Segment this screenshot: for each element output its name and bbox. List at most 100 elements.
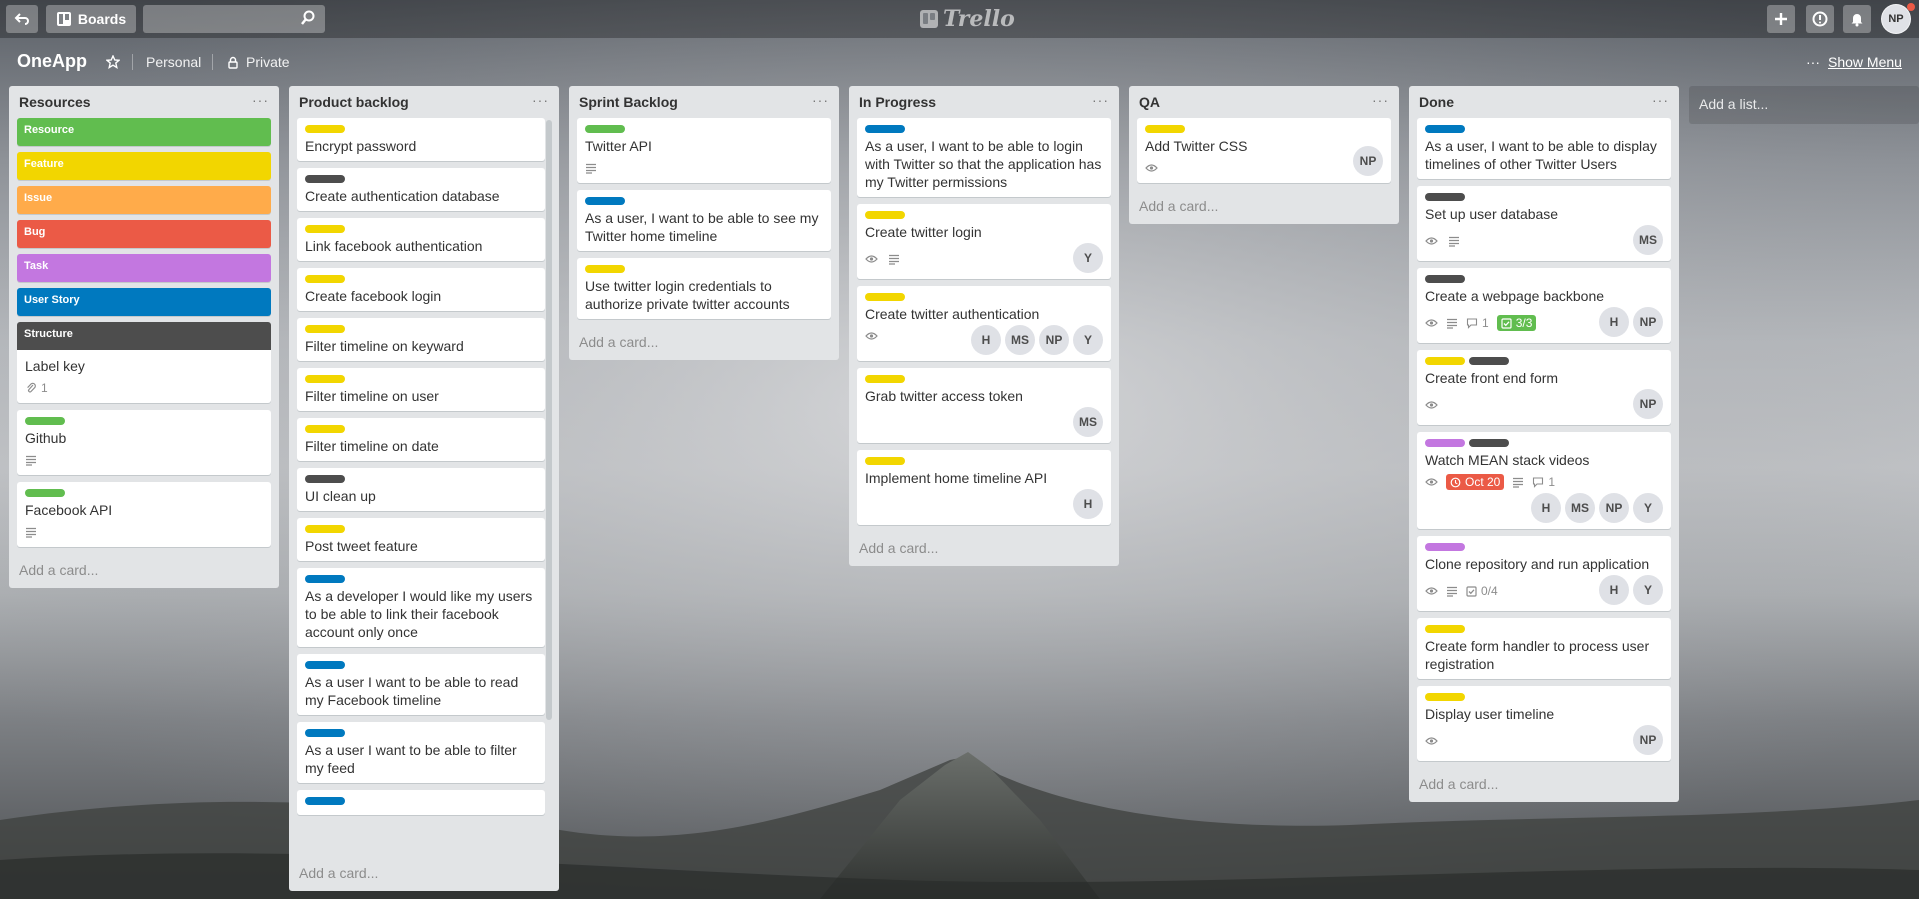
info-button[interactable] bbox=[1806, 5, 1834, 33]
card[interactable]: Implement home timeline API H bbox=[857, 450, 1111, 525]
member-avatar[interactable]: NP bbox=[1599, 493, 1629, 523]
card[interactable]: Create a webpage backbone 1 3/3 H NP bbox=[1417, 268, 1671, 343]
card-title: Filter timeline on date bbox=[305, 438, 439, 454]
card[interactable]: Twitter API bbox=[577, 118, 831, 183]
show-menu-button[interactable]: ··· Show Menu bbox=[1806, 54, 1902, 70]
list-title[interactable]: In Progress bbox=[859, 94, 936, 110]
visibility-toggle[interactable]: Private bbox=[227, 54, 290, 70]
label-key-card[interactable]: Resource bbox=[17, 118, 271, 146]
list-title[interactable]: QA bbox=[1139, 94, 1160, 110]
member-avatar[interactable]: H bbox=[1073, 489, 1103, 519]
card[interactable]: Label key 1 bbox=[17, 350, 271, 403]
list-menu-icon[interactable]: ··· bbox=[1652, 92, 1669, 108]
card[interactable]: Filter timeline on keyward bbox=[297, 318, 545, 361]
card[interactable]: As a user, I want to be able to see my T… bbox=[577, 190, 831, 251]
card[interactable]: Add Twitter CSS NP bbox=[1137, 118, 1391, 183]
card[interactable]: Create form handler to process user regi… bbox=[1417, 618, 1671, 679]
card[interactable]: Create facebook login bbox=[297, 268, 545, 311]
member-avatar[interactable]: NP bbox=[1039, 325, 1069, 355]
member-avatar[interactable]: NP bbox=[1633, 725, 1663, 755]
card[interactable]: UI clean up bbox=[297, 468, 545, 511]
card[interactable]: Github bbox=[17, 410, 271, 475]
card[interactable]: As a developer I would like my users to … bbox=[297, 568, 545, 647]
list-menu-icon[interactable]: ··· bbox=[252, 92, 269, 108]
card[interactable]: Use twitter login credentials to authori… bbox=[577, 258, 831, 319]
list-product-backlog: Product backlog ··· Encrypt password Cre… bbox=[289, 86, 559, 891]
member-avatar[interactable]: H bbox=[971, 325, 1001, 355]
card[interactable]: As a user, I want to be able to display … bbox=[1417, 118, 1671, 179]
member-avatar[interactable]: H bbox=[1599, 575, 1629, 605]
card[interactable]: As a user, I want to be able to login wi… bbox=[857, 118, 1111, 197]
card[interactable] bbox=[297, 790, 545, 815]
add-card-link[interactable]: Add a card... bbox=[1129, 190, 1399, 224]
add-card-link[interactable]: Add a card... bbox=[569, 326, 839, 360]
card[interactable]: Post tweet feature bbox=[297, 518, 545, 561]
search-icon[interactable] bbox=[300, 10, 316, 26]
list-menu-icon[interactable]: ··· bbox=[1092, 92, 1109, 108]
card[interactable]: As a user I want to be able to filter my… bbox=[297, 722, 545, 783]
team-name[interactable]: Personal bbox=[146, 54, 201, 70]
card[interactable]: Create authentication database bbox=[297, 168, 545, 211]
label-key-card[interactable]: Bug bbox=[17, 220, 271, 248]
member-avatar[interactable]: MS bbox=[1005, 325, 1035, 355]
card[interactable]: As a user I want to be able to read my F… bbox=[297, 654, 545, 715]
notifications-button[interactable] bbox=[1843, 5, 1871, 33]
member-avatar[interactable]: Y bbox=[1633, 575, 1663, 605]
member-avatar[interactable]: H bbox=[1599, 307, 1629, 337]
board-title[interactable]: OneApp bbox=[17, 51, 87, 72]
add-card-link[interactable]: Add a card... bbox=[849, 532, 1119, 566]
eye-icon bbox=[865, 332, 878, 340]
card[interactable]: Grab twitter access token MS bbox=[857, 368, 1111, 443]
member-avatar[interactable]: MS bbox=[1565, 493, 1595, 523]
list-menu-icon[interactable]: ··· bbox=[532, 92, 549, 108]
back-button[interactable] bbox=[6, 5, 38, 33]
back-arrow-icon bbox=[14, 13, 29, 25]
add-card-link[interactable]: Add a card... bbox=[9, 554, 279, 588]
member-avatar[interactable]: H bbox=[1531, 493, 1561, 523]
member-avatar[interactable]: NP bbox=[1633, 307, 1663, 337]
list-title[interactable]: Done bbox=[1419, 94, 1454, 110]
boards-button[interactable]: Boards bbox=[46, 5, 136, 33]
list-scrollbar[interactable] bbox=[546, 120, 552, 720]
card[interactable]: Create twitter login Y bbox=[857, 204, 1111, 279]
search-input[interactable] bbox=[143, 5, 325, 33]
card[interactable]: Filter timeline on date bbox=[297, 418, 545, 461]
card[interactable]: Facebook API bbox=[17, 482, 271, 547]
member-avatar[interactable]: NP bbox=[1353, 146, 1383, 176]
card[interactable]: Clone repository and run application 0/4… bbox=[1417, 536, 1671, 611]
card-title: As a user, I want to be able to display … bbox=[1425, 138, 1657, 172]
eye-icon bbox=[1425, 587, 1438, 595]
member-avatar[interactable]: MS bbox=[1073, 407, 1103, 437]
trello-logo[interactable]: Trello bbox=[920, 6, 1015, 32]
card-label bbox=[305, 797, 345, 805]
member-avatar[interactable]: Y bbox=[1633, 493, 1663, 523]
add-button[interactable] bbox=[1767, 5, 1795, 33]
add-card-link[interactable]: Add a card... bbox=[1409, 768, 1679, 802]
label-key-card[interactable]: Feature bbox=[17, 152, 271, 180]
list-title[interactable]: Resources bbox=[19, 94, 91, 110]
member-avatar[interactable]: Y bbox=[1073, 243, 1103, 273]
member-avatar[interactable]: Y bbox=[1073, 325, 1103, 355]
add-list-button[interactable]: Add a list... bbox=[1689, 86, 1919, 124]
label-key-card[interactable]: User Story bbox=[17, 288, 271, 316]
card[interactable]: Watch MEAN stack videos Oct 20 1 H MS NP… bbox=[1417, 432, 1671, 529]
notification-indicator bbox=[1907, 3, 1915, 11]
card[interactable]: Link facebook authentication bbox=[297, 218, 545, 261]
list-menu-icon[interactable]: ··· bbox=[1372, 92, 1389, 108]
card[interactable]: Display user timeline NP bbox=[1417, 686, 1671, 761]
card[interactable]: Set up user database MS bbox=[1417, 186, 1671, 261]
list-title[interactable]: Sprint Backlog bbox=[579, 94, 678, 110]
star-icon[interactable] bbox=[106, 55, 120, 69]
member-avatar[interactable]: NP bbox=[1633, 389, 1663, 419]
card[interactable]: Create twitter authentication H MS NP Y bbox=[857, 286, 1111, 361]
label-key-card[interactable]: Task bbox=[17, 254, 271, 282]
label-key-card[interactable]: Structure bbox=[17, 322, 271, 350]
card[interactable]: Encrypt password bbox=[297, 118, 545, 161]
label-key-card[interactable]: Issue bbox=[17, 186, 271, 214]
card[interactable]: Create front end form NP bbox=[1417, 350, 1671, 425]
add-card-link[interactable]: Add a card... bbox=[289, 857, 388, 891]
member-avatar[interactable]: MS bbox=[1633, 225, 1663, 255]
list-title[interactable]: Product backlog bbox=[299, 94, 409, 110]
card[interactable]: Filter timeline on user bbox=[297, 368, 545, 411]
list-menu-icon[interactable]: ··· bbox=[812, 92, 829, 108]
